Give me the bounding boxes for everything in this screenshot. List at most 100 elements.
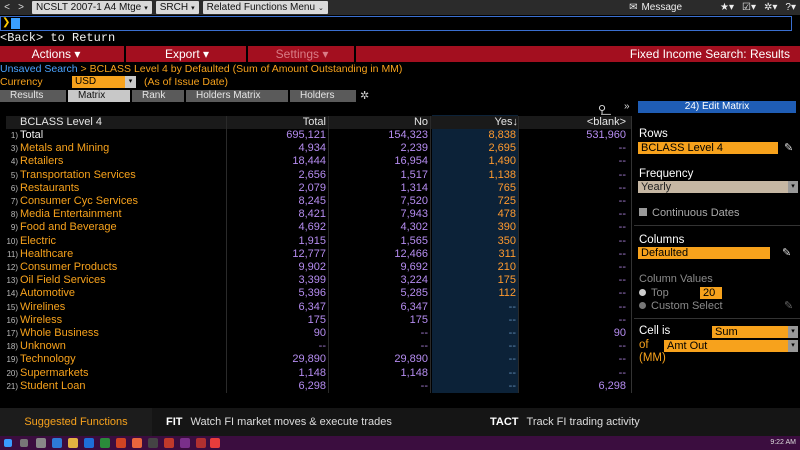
table-row[interactable]: 16) Wireless 175 175 -- -- — [0, 314, 632, 327]
rows-field[interactable]: BCLASS Level 4 — [638, 142, 778, 154]
table-row[interactable]: 10) Electric 1,915 1,565 350 -- — [0, 235, 632, 248]
app-icon[interactable] — [210, 438, 220, 448]
star-icon[interactable]: ★▾ — [720, 2, 734, 13]
search-zoom-icon[interactable]: ⚲͟ — [598, 103, 606, 116]
row-number: 10) — [6, 236, 18, 246]
breadcrumb: Unsaved Search > BCLASS Level 4 by Defau… — [0, 63, 402, 76]
app-icon[interactable] — [132, 438, 142, 448]
back-to-return[interactable]: <Back> to Return — [0, 31, 115, 45]
table-row[interactable]: 20) Supermarkets 1,148 1,148 -- -- — [0, 367, 632, 380]
table-row[interactable]: 19) Technology 29,890 29,890 -- -- — [0, 353, 632, 366]
help-icon[interactable]: ?▾ — [785, 2, 796, 13]
table-row[interactable]: 4) Retailers 18,444 16,954 1,490 -- — [0, 155, 632, 168]
checkbox-icon[interactable]: ☑▾ — [742, 2, 756, 13]
top-radio[interactable]: Top — [639, 287, 669, 299]
table-row[interactable]: 7) Consumer Cyc Services 8,245 7,520 725 -- — [0, 195, 632, 208]
scrollbar[interactable] — [631, 116, 632, 393]
app-icon[interactable] — [148, 438, 158, 448]
suggestion-fit[interactable]: FIT Watch FI market moves & execute trade… — [166, 408, 392, 436]
page-title: Fixed Income Search: Results — [629, 47, 790, 61]
divider — [246, 46, 248, 62]
actions-menu[interactable]: Actions ▾ — [0, 46, 112, 62]
edge-icon[interactable] — [52, 438, 62, 448]
header-label[interactable]: BCLASS Level 4 — [20, 116, 102, 129]
folder-icon[interactable] — [68, 438, 78, 448]
bloomberg-icon[interactable] — [196, 438, 206, 448]
table-row[interactable]: 13) Oil Field Services 3,399 3,224 175 -- — [0, 274, 632, 287]
edit-matrix-header[interactable]: 24) Edit Matrix — [638, 101, 796, 113]
app-icon[interactable] — [180, 438, 190, 448]
command-line-input[interactable]: ❯ — [0, 16, 792, 31]
outlook-icon[interactable] — [84, 438, 94, 448]
collapse-panel-icon[interactable]: » — [624, 101, 630, 113]
table-row[interactable]: 9) Food and Beverage 4,692 4,302 390 -- — [0, 221, 632, 234]
table-row[interactable]: 6) Restaurants 2,079 1,314 765 -- — [0, 182, 632, 195]
envelope-icon[interactable]: ✉ — [629, 2, 637, 13]
header-total[interactable]: Total — [230, 116, 326, 129]
task-view-icon[interactable] — [36, 438, 46, 448]
unsaved-search-link[interactable]: Unsaved Search — [0, 63, 78, 75]
related-functions-menu[interactable]: Related Functions Menu ⌄ — [202, 1, 328, 14]
back-arrow-icon[interactable]: < — [0, 0, 14, 15]
table-row[interactable]: 18) Unknown -- -- -- -- — [0, 340, 632, 353]
suggestion-tact[interactable]: TACT Track FI trading activity — [490, 408, 640, 436]
powerpoint-icon[interactable] — [116, 438, 126, 448]
cell-yes: 390 — [497, 221, 516, 234]
total-row[interactable]: 1) Total 695,121 154,323 8,838 531,960 — [0, 129, 632, 142]
cell-blank: -- — [618, 221, 626, 234]
tab-holders[interactable]: Holders — [290, 90, 356, 102]
table-row[interactable]: 11) Healthcare 12,777 12,466 311 -- — [0, 248, 632, 261]
cell-no: 2,239 — [400, 142, 428, 155]
pencil-icon[interactable]: ✎ — [782, 246, 791, 259]
table-row[interactable]: 8) Media Entertainment 8,421 7,943 478 -- — [0, 208, 632, 221]
cell-total: 8,421 — [298, 208, 326, 221]
cell-is-select[interactable]: Sum ▾ — [712, 326, 798, 338]
table-row[interactable]: 5) Transportation Services 2,656 1,517 1,138… — [0, 169, 632, 182]
table-row[interactable]: 14) Automotive 5,396 5,285 112 -- — [0, 287, 632, 300]
function-dropdown[interactable]: SRCH ▾ — [155, 1, 199, 14]
table-row[interactable]: 3) Metals and Mining 4,934 2,239 2,695 -- — [0, 142, 632, 155]
frequency-select[interactable]: Yearly ▾ — [638, 181, 798, 193]
row-number: 11) — [7, 249, 18, 259]
cell-blank: 531,960 — [586, 129, 626, 141]
table-row[interactable]: 12) Consumer Products 9,902 9,692 210 -- — [0, 261, 632, 274]
tab-rank[interactable]: Rank — [132, 90, 184, 102]
row-number: 21) — [6, 381, 18, 391]
tab-holders-matrix[interactable]: Holders Matrix — [186, 90, 288, 102]
chevron-down-icon: ▾ — [144, 5, 148, 12]
table-row[interactable]: 21) Student Loan 6,298 -- -- 6,298 — [0, 380, 632, 393]
gear-icon[interactable]: ✲ — [360, 90, 369, 102]
header-yes[interactable]: Yes↓ — [432, 116, 518, 129]
message-button[interactable]: Message — [641, 2, 682, 13]
header-blank[interactable]: <blank> — [520, 116, 626, 129]
columns-field[interactable]: Defaulted — [638, 247, 770, 259]
table-row[interactable]: 17) Whole Business 90 -- -- 90 — [0, 327, 632, 340]
table-row[interactable]: 15) Wirelines 6,347 6,347 -- -- — [0, 301, 632, 314]
export-menu[interactable]: Export ▾ — [128, 46, 246, 62]
of-select[interactable]: Amt Out ▾ — [664, 340, 798, 352]
app-icon[interactable] — [164, 438, 174, 448]
pencil-icon: ✎ — [784, 300, 794, 312]
header-no[interactable]: No — [330, 116, 428, 129]
windows-start-icon[interactable] — [4, 439, 12, 447]
pencil-icon[interactable]: ✎ — [784, 141, 793, 154]
cell-yes: 311 — [498, 247, 516, 260]
top-count-input[interactable]: 20 — [700, 287, 722, 299]
tab-matrix[interactable]: Matrix — [68, 90, 130, 102]
divider — [124, 46, 126, 62]
excel-icon[interactable] — [100, 438, 110, 448]
settings-menu[interactable]: Settings ▾ — [250, 46, 354, 62]
cell-total: 695,121 — [286, 129, 326, 141]
search-icon[interactable] — [20, 439, 28, 447]
custom-select-radio[interactable]: Custom Select — [639, 300, 723, 312]
cell-total: 6,347 — [298, 300, 326, 313]
cell-yes: -- — [508, 366, 516, 379]
gear-icon[interactable]: ✲▾ — [764, 2, 777, 13]
security-dropdown[interactable]: NCSLT 2007-1 A4 Mtge ▾ — [32, 1, 152, 14]
continuous-dates-toggle[interactable]: Continuous Dates — [639, 207, 739, 219]
currency-select[interactable]: USD ▾ — [72, 76, 136, 88]
cell-total: 2,079 — [298, 181, 326, 194]
rows-label: Rows — [639, 128, 668, 140]
tab-results[interactable]: Results — [0, 90, 66, 102]
forward-arrow-icon[interactable]: > — [14, 0, 28, 15]
